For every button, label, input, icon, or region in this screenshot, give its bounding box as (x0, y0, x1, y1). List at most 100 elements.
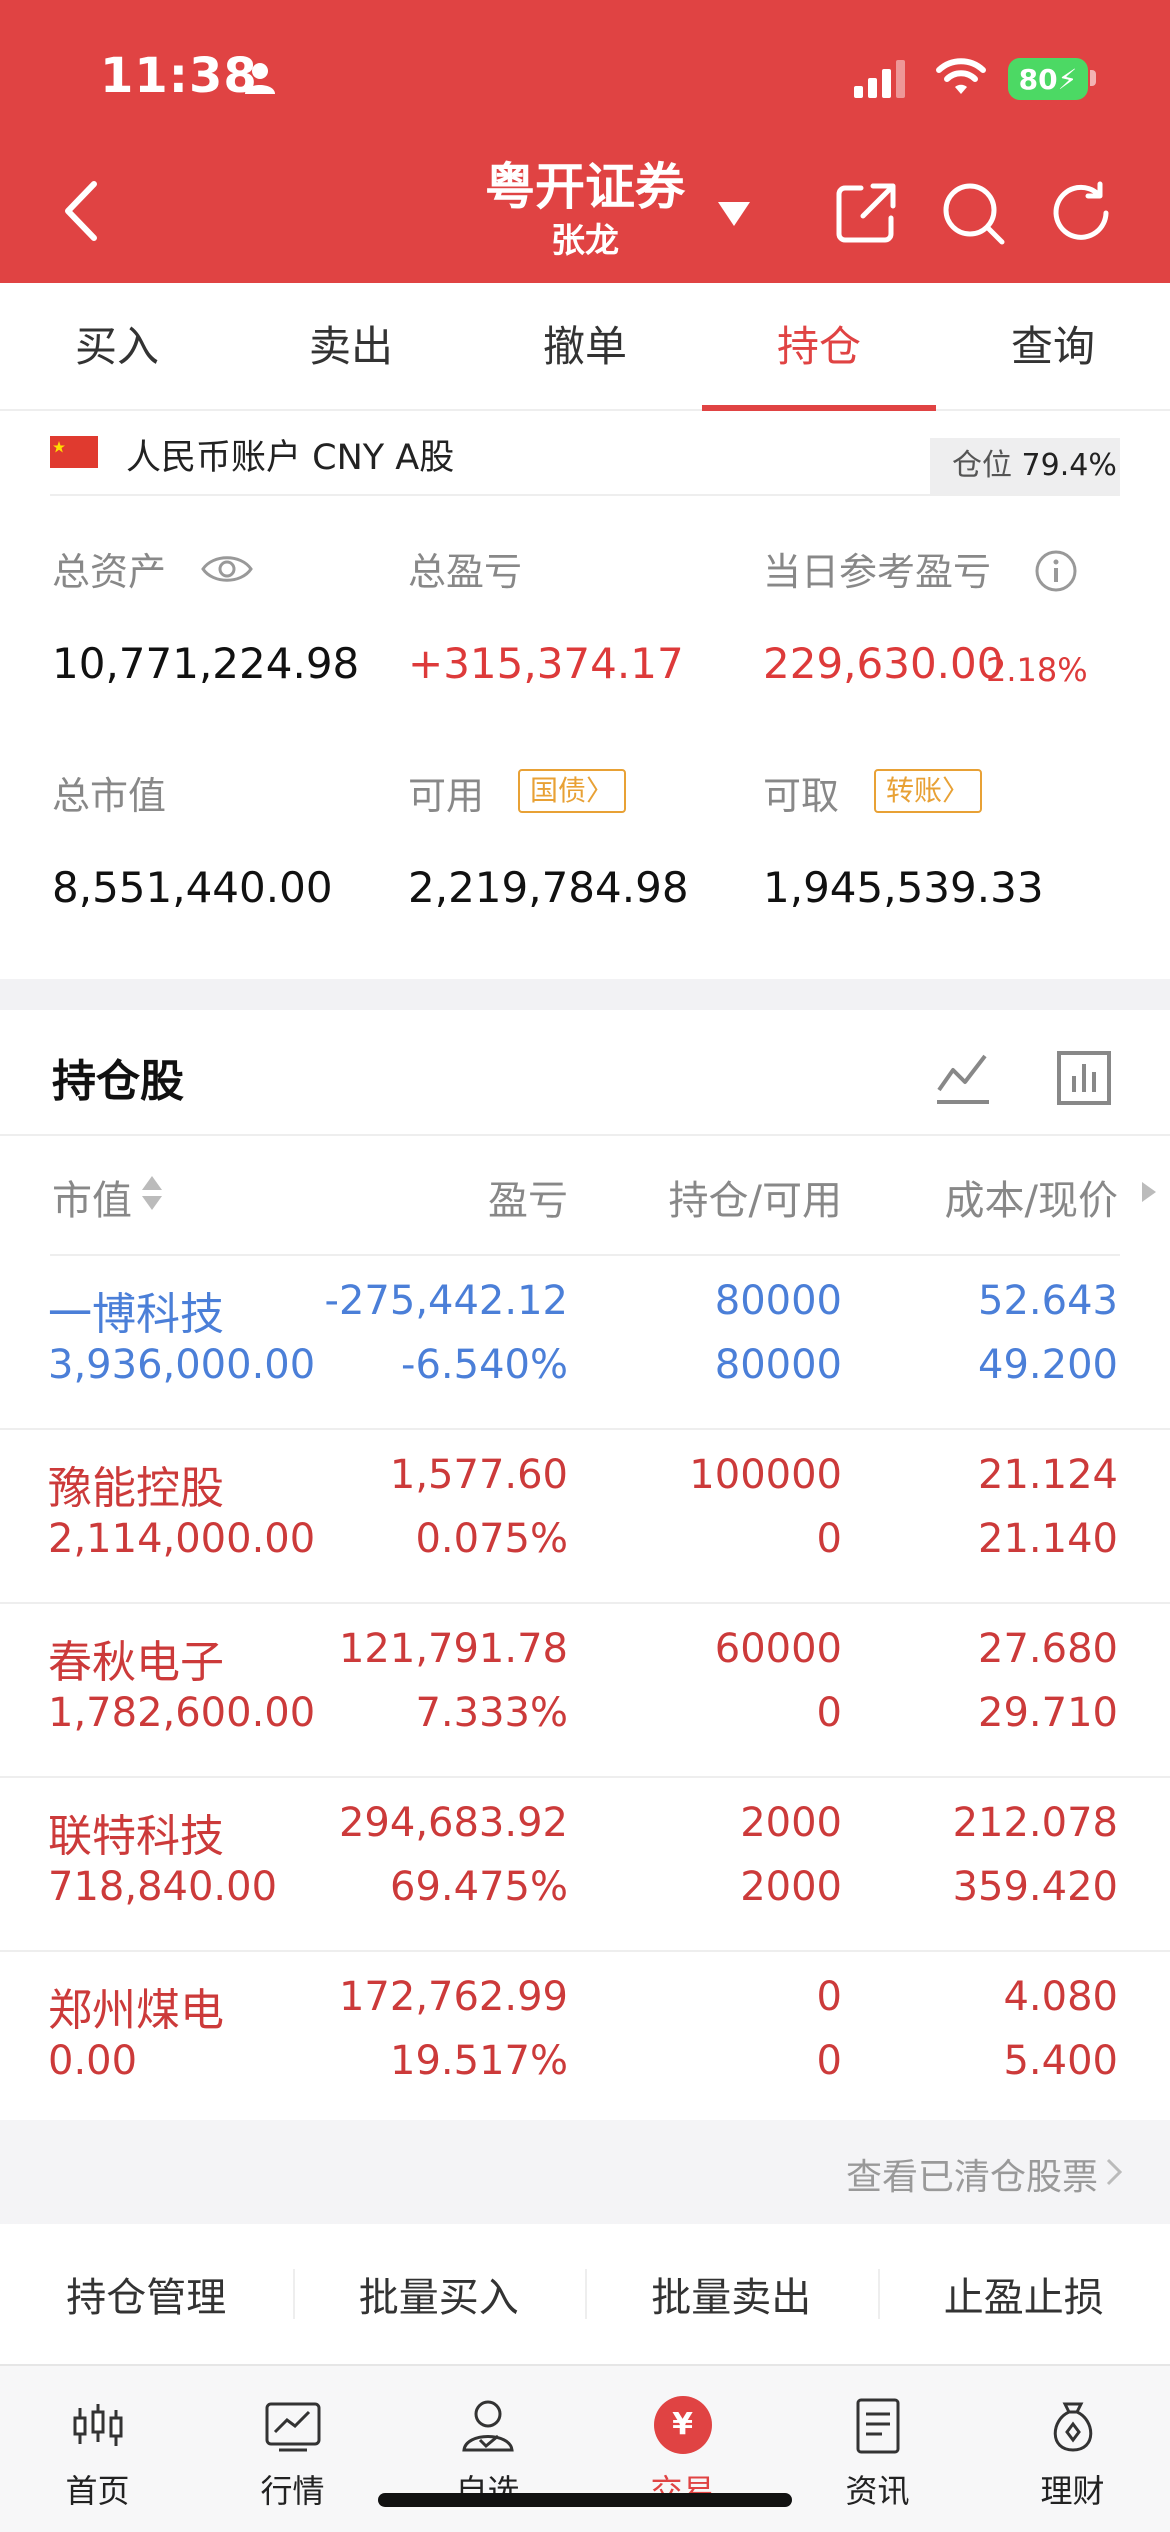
stock-price: 5.400 (1003, 2038, 1118, 2084)
stock-pl-percent: 19.517% (390, 2038, 568, 2084)
trade-tabs: 买入 卖出 撤单 持仓 查询 (0, 283, 1170, 411)
stock-price: 21.140 (978, 1516, 1118, 1562)
stock-pl-percent: -6.540% (401, 1342, 568, 1388)
total-assets-label: 总资产 (52, 550, 167, 594)
account-summary: 人民币账户 CNY A股 仓位 79.4% 总资产 总盈亏 当日参考盈亏 10,… (0, 411, 1170, 979)
view-cleared-stocks-link[interactable]: 查看已清仓股票 (846, 2148, 1098, 2200)
tabbar-item-market[interactable]: 行情 (195, 2366, 390, 2532)
daily-pl-value: 229,630.00 (763, 639, 1004, 688)
stock-market-value: 718,840.00 (48, 1864, 278, 1910)
chevron-right-icon[interactable] (1104, 2156, 1124, 2188)
line-chart-icon[interactable] (935, 1050, 991, 1106)
china-flag-icon (50, 436, 98, 468)
tab-buy[interactable]: 买入 (0, 283, 234, 409)
wealth-bag-icon (1053, 2402, 1092, 2452)
total-pl-label: 总盈亏 (408, 550, 523, 594)
holdings-title: 持仓股 (52, 1056, 184, 1107)
treasury-bond-tag[interactable]: 国债〉 (518, 769, 626, 813)
stock-name: 联特科技 (48, 1811, 224, 1862)
triangle-down-icon[interactable] (716, 200, 752, 228)
tabbar-item-trade[interactable]: ¥ 交易 (585, 2366, 780, 2532)
tab-query[interactable]: 查询 (936, 283, 1170, 409)
chevron-right-icon[interactable] (1138, 1180, 1158, 1204)
column-header-cost-price: 成本/现价 (944, 1178, 1118, 1224)
tabbar-item-news[interactable]: 资讯 (780, 2366, 975, 2532)
stock-cost: 21.124 (978, 1452, 1118, 1498)
market-value-label: 总市值 (52, 774, 167, 818)
tabbar-item-home[interactable]: 首页 (0, 2366, 195, 2532)
transfer-tag-label: 转账 (885, 774, 942, 807)
refresh-icon[interactable] (1048, 180, 1114, 246)
stock-holding: 100000 (689, 1452, 842, 1498)
stock-holding: 80000 (714, 1278, 842, 1324)
available-label: 可用 (408, 774, 485, 818)
stock-cost: 27.680 (978, 1626, 1118, 1672)
trade-yuan-icon: ¥ (653, 2396, 712, 2454)
stock-price: 29.710 (978, 1690, 1118, 1736)
market-chart-icon (265, 2402, 320, 2452)
holding-row[interactable]: 豫能控股 2,114,000.00 1,577.60 0.075% 100000… (0, 1430, 1170, 1604)
stock-cost: 52.643 (978, 1278, 1118, 1324)
holding-row[interactable]: 春秋电子 1,782,600.00 121,791.78 7.333% 6000… (0, 1604, 1170, 1778)
account-label: 人民币账户 CNY A股 (126, 438, 455, 478)
stock-pl-percent: 69.475% (390, 1864, 568, 1910)
tab-cancel[interactable]: 撤单 (468, 283, 702, 409)
daily-pl-percent: 2.18% (986, 651, 1088, 689)
holding-row[interactable]: 一博科技 3,936,000.00 -275,442.12 -6.540% 80… (0, 1256, 1170, 1430)
position-value: 79.4% (1021, 448, 1117, 483)
divider (0, 1134, 1170, 1136)
stop-profit-loss-button[interactable]: 止盈止损 (877, 2265, 1170, 2323)
tabbar-item-wealth[interactable]: 理财 (975, 2366, 1170, 2532)
tabbar-item-watchlist[interactable]: 自选 (390, 2366, 585, 2532)
column-header-market-value[interactable]: 市值 (52, 1168, 132, 1226)
position-ratio-badge: 仓位 79.4% (930, 438, 1120, 494)
stock-name: 一博科技 (48, 1289, 224, 1340)
share-icon[interactable] (833, 180, 899, 246)
eye-icon[interactable] (200, 551, 254, 587)
stock-market-value: 1,782,600.00 (48, 1690, 316, 1736)
stock-name: 郑州煤电 (48, 1985, 224, 2036)
holdings-action-bar: 持仓管理 批量买入 批量卖出 止盈止损 (0, 2224, 1170, 2364)
stock-available: 0 (816, 1516, 842, 1562)
news-doc-icon (856, 2398, 899, 2454)
stock-holding: 0 (816, 1974, 842, 2020)
transfer-tag[interactable]: 转账〉 (874, 769, 982, 813)
stock-market-value: 0.00 (48, 2038, 138, 2084)
wifi-icon (936, 58, 986, 94)
stock-price: 49.200 (978, 1342, 1118, 1388)
batch-sell-button[interactable]: 批量卖出 (585, 2265, 878, 2323)
column-header-pl: 盈亏 (488, 1178, 568, 1224)
batch-buy-button[interactable]: 批量买入 (292, 2265, 586, 2323)
watchlist-user-icon (461, 2400, 514, 2452)
tabbar-label: 理财 (1040, 2472, 1105, 2510)
stock-market-value: 3,936,000.00 (48, 1342, 316, 1388)
tab-sell[interactable]: 卖出 (234, 283, 468, 409)
home-indicator (378, 2493, 792, 2507)
holdings-panel: 持仓股 市值 盈亏 持仓/可用 成本/现价 一博科技 3,936,000.00 … (0, 1010, 1170, 2120)
position-label: 仓位 (952, 448, 1012, 483)
tab-holdings[interactable]: 持仓 (702, 283, 936, 411)
search-icon[interactable] (940, 180, 1006, 246)
stock-holding: 2000 (740, 1800, 842, 1846)
stock-pl: 1,577.60 (389, 1452, 568, 1498)
battery-tip (1090, 70, 1096, 86)
stock-cost: 212.078 (952, 1800, 1118, 1846)
stock-pl: -275,442.12 (324, 1278, 568, 1324)
back-button[interactable] (56, 176, 106, 246)
holding-row[interactable]: 郑州煤电 0.00 172,762.99 19.517% 0 0 4.080 5… (0, 1952, 1170, 2126)
info-icon[interactable] (1034, 549, 1078, 593)
tabbar-label: 资讯 (845, 2472, 910, 2510)
market-value-value: 8,551,440.00 (52, 863, 333, 912)
cleared-stocks-strip: 查看已清仓股票 (0, 2120, 1170, 2224)
sort-icon[interactable] (140, 1172, 164, 1214)
manage-holdings-button[interactable]: 持仓管理 (0, 2265, 293, 2323)
stock-available: 0 (816, 1690, 842, 1736)
status-time: 11:38 (100, 48, 258, 104)
bar-chart-icon[interactable] (1056, 1050, 1112, 1106)
stock-available: 80000 (714, 1342, 842, 1388)
tabbar-label: 首页 (65, 2472, 130, 2510)
column-header-holdings: 持仓/可用 (668, 1178, 842, 1224)
holding-row[interactable]: 联特科技 718,840.00 294,683.92 69.475% 2000 … (0, 1778, 1170, 1952)
stock-name: 豫能控股 (48, 1463, 224, 1514)
battery-indicator: 80 ⚡ (1008, 58, 1088, 100)
